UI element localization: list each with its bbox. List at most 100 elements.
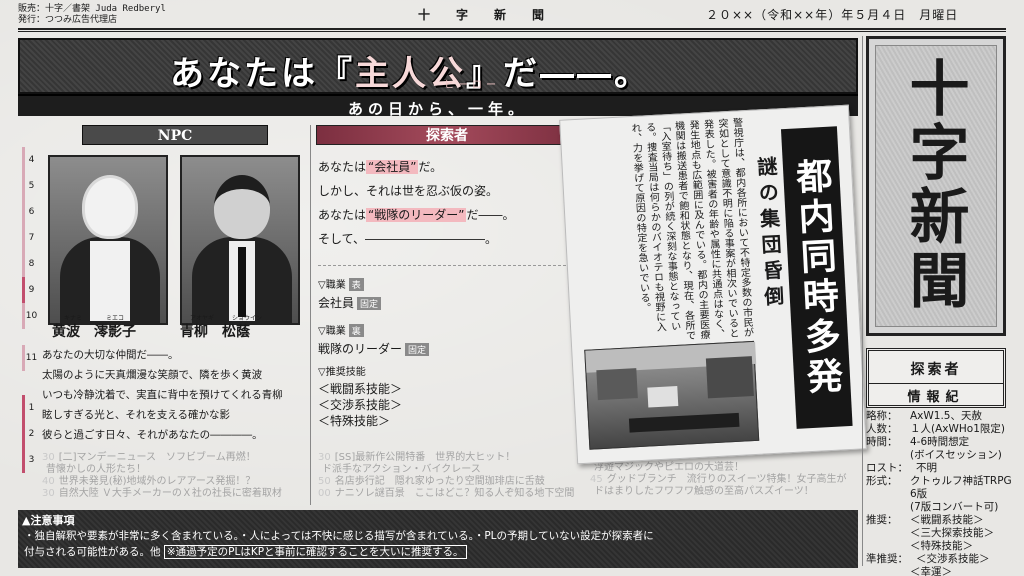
info-row: (7版コンバート可) — [866, 501, 1016, 514]
dashed-divider — [318, 265, 576, 266]
photo-building — [705, 356, 754, 399]
npc-desc-line: 太陽のように天真爛漫な笑顔で、隣を歩く黄波 — [42, 369, 263, 381]
notice-box: ▲注意事項 ・独自解釈や要素が非常に多く含まれている。・人によっては不快に感じる… — [18, 510, 858, 568]
info-key — [866, 566, 910, 576]
ruler-tick: 6 — [22, 199, 38, 225]
info-value: AxW1.5、天赦 — [910, 410, 982, 422]
notice-body: ・独自解釈や要素が非常に多く含まれている。・人によっては不快に感じる描写が含まれ… — [24, 528, 854, 560]
photo-vehicle — [647, 386, 679, 408]
listing-text: 浮遊マジックやピエロの大道芸！ — [594, 462, 744, 473]
faded-listing-mid: 30 [SS]最新作公開特番 世界的大ヒット！ ド派手なアクション・バイクレース … — [318, 452, 588, 500]
headline-ruby: ヒーロー — [444, 80, 500, 91]
info-box: 探索者 情報紀 — [866, 348, 1006, 408]
info-key: 推奨： — [866, 514, 898, 526]
info-row: 人数： １人(AxWHo1限定) — [866, 423, 1016, 436]
headline-banner: あなたは『主人公』だ――。 ヒーロー — [18, 38, 858, 94]
skill-item: ＜特殊技能＞ — [318, 414, 391, 428]
photo-building — [596, 368, 638, 401]
listing-text: ナニソレ謎百景 ここはどこ？知る人ぞ知る地下空間 — [334, 488, 575, 499]
explorer-heading: 探索者 — [316, 125, 578, 145]
info-key — [866, 527, 910, 540]
listing-num: 30 — [42, 488, 55, 499]
listing-line: 30 自然大陸 Ｖ大手メーカーのＸ社の社長に密着取材 — [42, 488, 312, 500]
info-row: 準推奨： ＜交渉系技能＞ — [866, 553, 1016, 566]
listing-text: ドはまりしたフワフワ触感の至高パスズイーツ！ — [594, 486, 814, 497]
listing-text: [SS]最新作公開特番 世界的大ヒット！ — [334, 452, 516, 463]
info-value: ＜幸運＞ — [910, 566, 952, 576]
npc-portrait-aoyagi — [180, 155, 300, 325]
photo-bodies — [628, 412, 740, 433]
npc-desc-line: いつも冷静沈着で、実直に背中を預けてくれる青柳 — [42, 389, 283, 401]
listing-text: 自然大陸 Ｖ大手メーカーのＸ社の社長に密着取材 — [58, 488, 282, 499]
figure-head — [82, 175, 138, 239]
explorer-line-2: しかし、それは世を忍ぶ仮の姿。 — [318, 184, 499, 198]
ruler-tick: 10 — [22, 303, 38, 329]
info-value: (ボイスセッション) — [910, 449, 1002, 461]
info-row: 形式： クトゥルフ神話TRPG 6版 — [866, 475, 1016, 501]
info-key: 時間： — [866, 436, 898, 448]
info-value: １人(AxWHo1限定) — [910, 423, 1005, 435]
ruler-tick: 5 — [22, 173, 38, 199]
explorer-line-3: あなたは “戦隊のリーダー” だ――。 — [318, 203, 580, 227]
header-rule-thin — [18, 31, 1006, 32]
info-box-line-2: 情報紀 — [869, 383, 1003, 405]
info-value: ＜特殊技能＞ — [910, 540, 973, 552]
job-front-label: ▽職業 — [318, 280, 346, 291]
info-row: ＜幸運＞ — [866, 566, 1016, 576]
explorer-intro: あなたは “会社員” だ。 しかし、それは世を忍ぶ仮の姿。 あなたは “戦隊のリーダー… — [318, 155, 580, 251]
header-rule — [18, 28, 1006, 30]
listing-line: 浮遊マジックやピエロの大道芸！ — [590, 462, 860, 474]
skill-item: ＜戦闘系技能＞ — [318, 382, 403, 396]
info-key — [866, 449, 910, 462]
listing-num: 30 — [42, 452, 55, 463]
issue-date: ２０××（令和××年）年５月４日 月曜日 — [706, 8, 959, 22]
notice-line-2-text: 付与される可能性がある。他 — [24, 546, 161, 558]
listing-text: 名店歩行記 隠れ家ゆったり空間珈琲店に舌鼓 — [334, 476, 545, 487]
job-back: ▽職業裏 戦隊のリーダー 固定 — [318, 319, 430, 357]
explorer-line-1: あなたは “会社員” だ。 — [318, 155, 580, 179]
ruler-tick: 1 — [22, 395, 38, 421]
listing-text: ド派手なアクション・バイクレース — [322, 464, 481, 475]
listing-num: 45 — [590, 474, 603, 485]
info-row: 時間： 4-6時間想定 — [866, 436, 1016, 449]
listing-line: 00 ナニソレ謎百景 ここはどこ？知る人ぞ知る地下空間 — [318, 488, 588, 500]
info-key: ロスト： — [866, 462, 908, 474]
skills-label: ▽推奨技能 — [318, 367, 366, 378]
npc-desc-line: 眩しすぎる光と、それを支える確かな影 — [42, 409, 231, 421]
info-value: 不明 — [916, 462, 937, 474]
ruler-tick: 11 — [22, 345, 38, 371]
info-value: (7版コンバート可) — [910, 501, 999, 513]
npc-panel: NPC キナミ ミエコ 黄波 澪影子 アオヤギ ショウイン 青柳 松蔭 あなたの… — [42, 125, 307, 450]
listing-num: 30 — [318, 452, 331, 463]
ruler-tick: 9 — [22, 277, 38, 303]
newspaper-masthead: 十字新聞 — [418, 8, 571, 22]
listing-line: 30 [SS]最新作公開特番 世界的大ヒット！ — [318, 452, 588, 464]
figure-shirt — [90, 241, 130, 321]
info-row: 略称： AxW1.5、天赦 — [866, 410, 1016, 423]
faded-listing-right: 浮遊マジックやピエロの大道芸！ 45 グッドブランチ 流行りのスイーツ特集！女子高… — [590, 462, 860, 498]
info-row: 推奨： ＜戦闘系技能＞ — [866, 514, 1016, 527]
headline-text: あなたは『主人公』だ――。 — [170, 46, 651, 95]
figure-tie — [238, 247, 246, 317]
side-ruler: 4 5 6 7 8 9 10 11 1 2 3 — [22, 125, 38, 495]
faded-listing-left: 30 [二]マンデーニュース ソフビブーム再燃！ 昔懐かしの人形たち！ 40 世界未… — [42, 452, 312, 500]
job-back-value: 戦隊のリーダー — [318, 342, 403, 356]
column-rule — [310, 125, 311, 505]
explorer-highlight: “戦隊のリーダー” — [366, 208, 467, 222]
notice-line-1: ・独自解釈や要素が非常に多く含まれている。・人によっては不快に感じる描写が含まれ… — [24, 530, 654, 542]
notice-title: ▲注意事項 — [22, 514, 75, 527]
figure-head — [214, 175, 270, 239]
notice-line-2: 付与される可能性がある。他 ※通過予定のPLはKPと事前に確認することを大いに推… — [24, 544, 854, 560]
subheadline-text: あの日から、一年。 — [348, 100, 529, 118]
paper-name-plate: 十字新聞 — [866, 36, 1006, 336]
ruler-tick: 3 — [22, 447, 38, 473]
listing-text: 世界未発見(秘)地域外のレアアース発掘！？ — [58, 476, 256, 487]
job-front: ▽職業表 会社員 固定 — [318, 273, 382, 311]
npc-desc-line: 彼らと過ごす日々、それがあなたの――――。 — [42, 429, 263, 441]
info-box-line-1: 探索者 — [910, 362, 962, 378]
publisher-info: 販売：十字／書架 Juda Redberyl 発行：つつみ広告代理店 — [18, 4, 166, 26]
ruler-tick: 8 — [22, 251, 38, 277]
explorer-panel: 探索者 あなたは “会社員” だ。 しかし、それは世を忍ぶ仮の姿。 あなたは “戦隊の… — [316, 125, 578, 450]
torn-news-article: 都内同時多発 謎の集団昏倒 警視庁は、都内各所において不特定多数の市民が突如とし… — [559, 104, 867, 465]
explorer-line-4: そして、――――――――――。 — [318, 232, 498, 246]
